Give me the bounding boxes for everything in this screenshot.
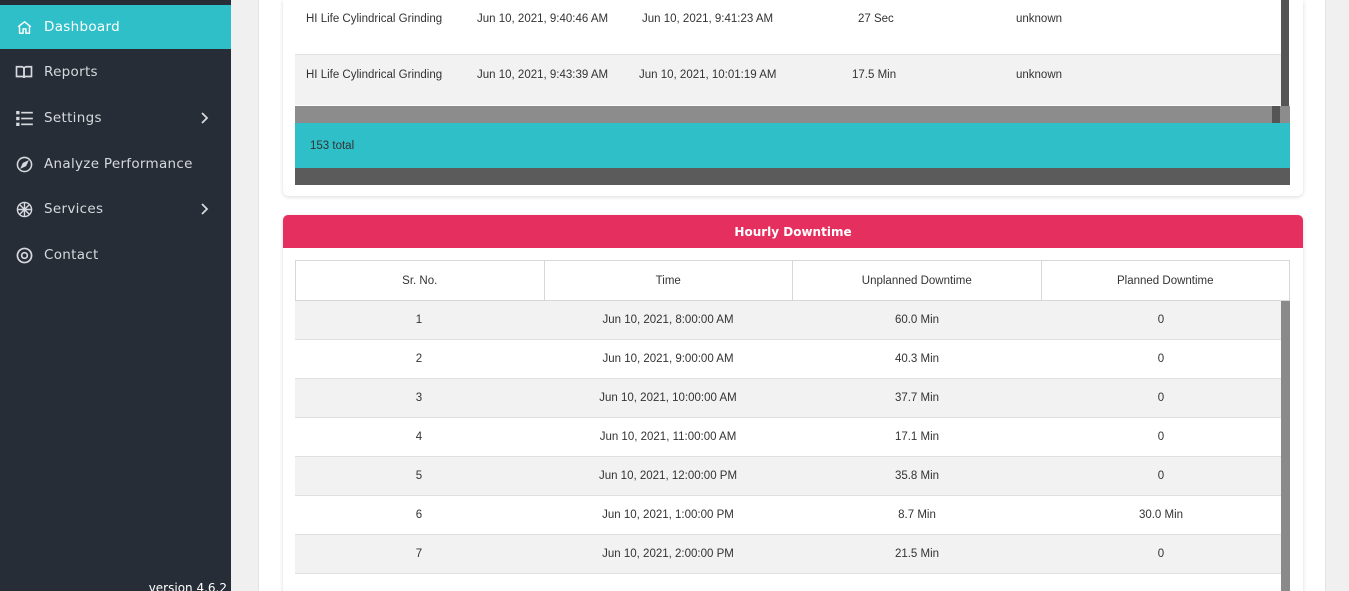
table-row[interactable]: 5 Jun 10, 2021, 12:00:00 PM 35.8 Min 0 xyxy=(295,457,1281,496)
horizontal-scrollbar-bottom[interactable] xyxy=(295,168,1290,185)
sidebar-item-label: Contact xyxy=(44,247,99,263)
hourly-downtime-card: Hourly Downtime Sr. No. Time Unplanned D… xyxy=(283,215,1303,591)
sidebar-item-label: Dashboard xyxy=(44,19,120,35)
table-body: 1 Jun 10, 2021, 8:00:00 AM 60.0 Min 0 2 Jun 1… xyxy=(295,301,1281,574)
lifebuoy-icon xyxy=(14,245,34,265)
vertical-scrollbar[interactable] xyxy=(1281,0,1289,106)
planned-downtime-cell: 30.0 Min xyxy=(1138,509,1184,521)
compass-icon xyxy=(14,154,34,174)
downtime-list-card: HI Life Cylindrical Grinding Jun 10, 202… xyxy=(283,0,1303,196)
sidebar-item-label: Services xyxy=(44,201,104,217)
planned-downtime-cell: 0 xyxy=(1157,353,1165,365)
time-cell: Jun 10, 2021, 9:00:00 AM xyxy=(602,353,734,365)
list-icon xyxy=(14,108,34,128)
total-count: 153 total xyxy=(310,139,355,152)
planned-downtime-cell: 0 xyxy=(1157,314,1165,326)
planned-downtime-cell: 0 xyxy=(1157,431,1165,443)
horizontal-scrollbar[interactable] xyxy=(295,106,1290,123)
table-header: Sr. No. Time Unplanned Downtime Planned … xyxy=(295,260,1290,301)
unplanned-downtime-cell: 17.1 Min xyxy=(894,431,940,443)
planned-downtime-cell: 0 xyxy=(1157,470,1165,482)
sr-no-cell: 5 xyxy=(415,470,423,482)
machine-cell: HI Life Cylindrical Grinding xyxy=(306,13,443,25)
table-row[interactable]: 1 Jun 10, 2021, 8:00:00 AM 60.0 Min 0 xyxy=(295,301,1281,340)
unplanned-downtime-cell: 35.8 Min xyxy=(894,470,940,482)
unplanned-downtime-cell: 8.7 Min xyxy=(898,509,936,521)
end-time-cell: Jun 10, 2021, 9:41:23 AM xyxy=(642,13,774,25)
unplanned-downtime-cell: 37.7 Min xyxy=(894,392,940,404)
column-header-unplanned-downtime[interactable]: Unplanned Downtime xyxy=(793,260,1042,301)
total-count-bar: 153 total xyxy=(295,123,1290,168)
start-time-cell: Jun 10, 2021, 9:40:46 AM xyxy=(477,13,609,25)
card-title: Hourly Downtime xyxy=(283,215,1303,248)
sidebar-item-reports[interactable]: Reports xyxy=(0,50,231,94)
sr-no-cell: 3 xyxy=(415,392,423,404)
sidebar-item-analyze-performance[interactable]: Analyze Performance xyxy=(0,142,231,186)
column-header-time[interactable]: Time xyxy=(544,260,793,301)
table-row[interactable]: 2 Jun 10, 2021, 9:00:00 AM 40.3 Min 0 xyxy=(295,340,1281,379)
home-icon xyxy=(14,17,34,37)
sidebar-item-dashboard[interactable]: Dashboard xyxy=(0,5,231,49)
unplanned-downtime-cell: 60.0 Min xyxy=(894,314,940,326)
table-row[interactable]: 4 Jun 10, 2021, 11:00:00 AM 17.1 Min 0 xyxy=(295,418,1281,457)
sidebar: Dashboard Reports Settings Analyze Perfo… xyxy=(0,0,231,591)
column-header-planned-downtime[interactable]: Planned Downtime xyxy=(1041,260,1290,301)
sidebar-item-services[interactable]: Services xyxy=(0,187,231,231)
time-cell: Jun 10, 2021, 10:00:00 AM xyxy=(599,392,737,404)
start-time-cell: Jun 10, 2021, 9:43:39 AM xyxy=(477,69,609,81)
vertical-scrollbar[interactable] xyxy=(1281,301,1290,591)
table-row[interactable]: HI Life Cylindrical Grinding Jun 10, 202… xyxy=(295,0,1281,55)
hourly-downtime-table: Sr. No. Time Unplanned Downtime Planned … xyxy=(295,260,1290,574)
sr-no-cell: 2 xyxy=(415,353,423,365)
reason-cell: unknown xyxy=(1016,69,1063,81)
sidebar-item-label: Analyze Performance xyxy=(44,156,193,172)
time-cell: Jun 10, 2021, 8:00:00 AM xyxy=(602,314,734,326)
unplanned-downtime-cell: 40.3 Min xyxy=(894,353,940,365)
time-cell: Jun 10, 2021, 1:00:00 PM xyxy=(602,509,734,521)
scrollbar-corner xyxy=(1272,106,1280,123)
sr-no-cell: 6 xyxy=(415,509,423,521)
sr-no-cell: 7 xyxy=(415,548,423,560)
table-row[interactable]: 7 Jun 10, 2021, 2:00:00 PM 21.5 Min 0 xyxy=(295,535,1281,574)
chevron-right-icon xyxy=(201,112,215,124)
version-label: version 4.6.2 xyxy=(148,581,227,591)
table-row[interactable]: 6 Jun 10, 2021, 1:00:00 PM 8.7 Min 30.0 Min xyxy=(295,496,1281,535)
chevron-right-icon xyxy=(201,203,215,215)
planned-downtime-cell: 0 xyxy=(1157,548,1165,560)
reason-cell: unknown xyxy=(1016,13,1063,25)
sidebar-item-label: Settings xyxy=(44,110,102,126)
time-cell: Jun 10, 2021, 2:00:00 PM xyxy=(602,548,734,560)
time-cell: Jun 10, 2021, 12:00:00 PM xyxy=(598,470,738,482)
time-cell: Jun 10, 2021, 11:00:00 AM xyxy=(599,431,737,443)
downtime-table: HI Life Cylindrical Grinding Jun 10, 202… xyxy=(295,0,1281,105)
sr-no-cell: 1 xyxy=(415,314,423,326)
book-icon xyxy=(14,62,34,82)
sidebar-item-contact[interactable]: Contact xyxy=(0,233,231,277)
table-row[interactable]: HI Life Cylindrical Grinding Jun 10, 202… xyxy=(295,55,1281,105)
sidebar-item-settings[interactable]: Settings xyxy=(0,96,231,140)
services-icon xyxy=(14,199,34,219)
table-row[interactable]: 3 Jun 10, 2021, 10:00:00 AM 37.7 Min 0 xyxy=(295,379,1281,418)
duration-cell: 27 Sec xyxy=(858,13,894,25)
unplanned-downtime-cell: 21.5 Min xyxy=(894,548,940,560)
end-time-cell: Jun 10, 2021, 10:01:19 AM xyxy=(639,69,777,81)
duration-cell: 17.5 Min xyxy=(852,69,897,81)
sr-no-cell: 4 xyxy=(415,431,423,443)
planned-downtime-cell: 0 xyxy=(1157,392,1165,404)
column-header-sr-no[interactable]: Sr. No. xyxy=(295,260,545,301)
machine-cell: HI Life Cylindrical Grinding xyxy=(306,69,443,81)
sidebar-item-label: Reports xyxy=(44,64,98,80)
